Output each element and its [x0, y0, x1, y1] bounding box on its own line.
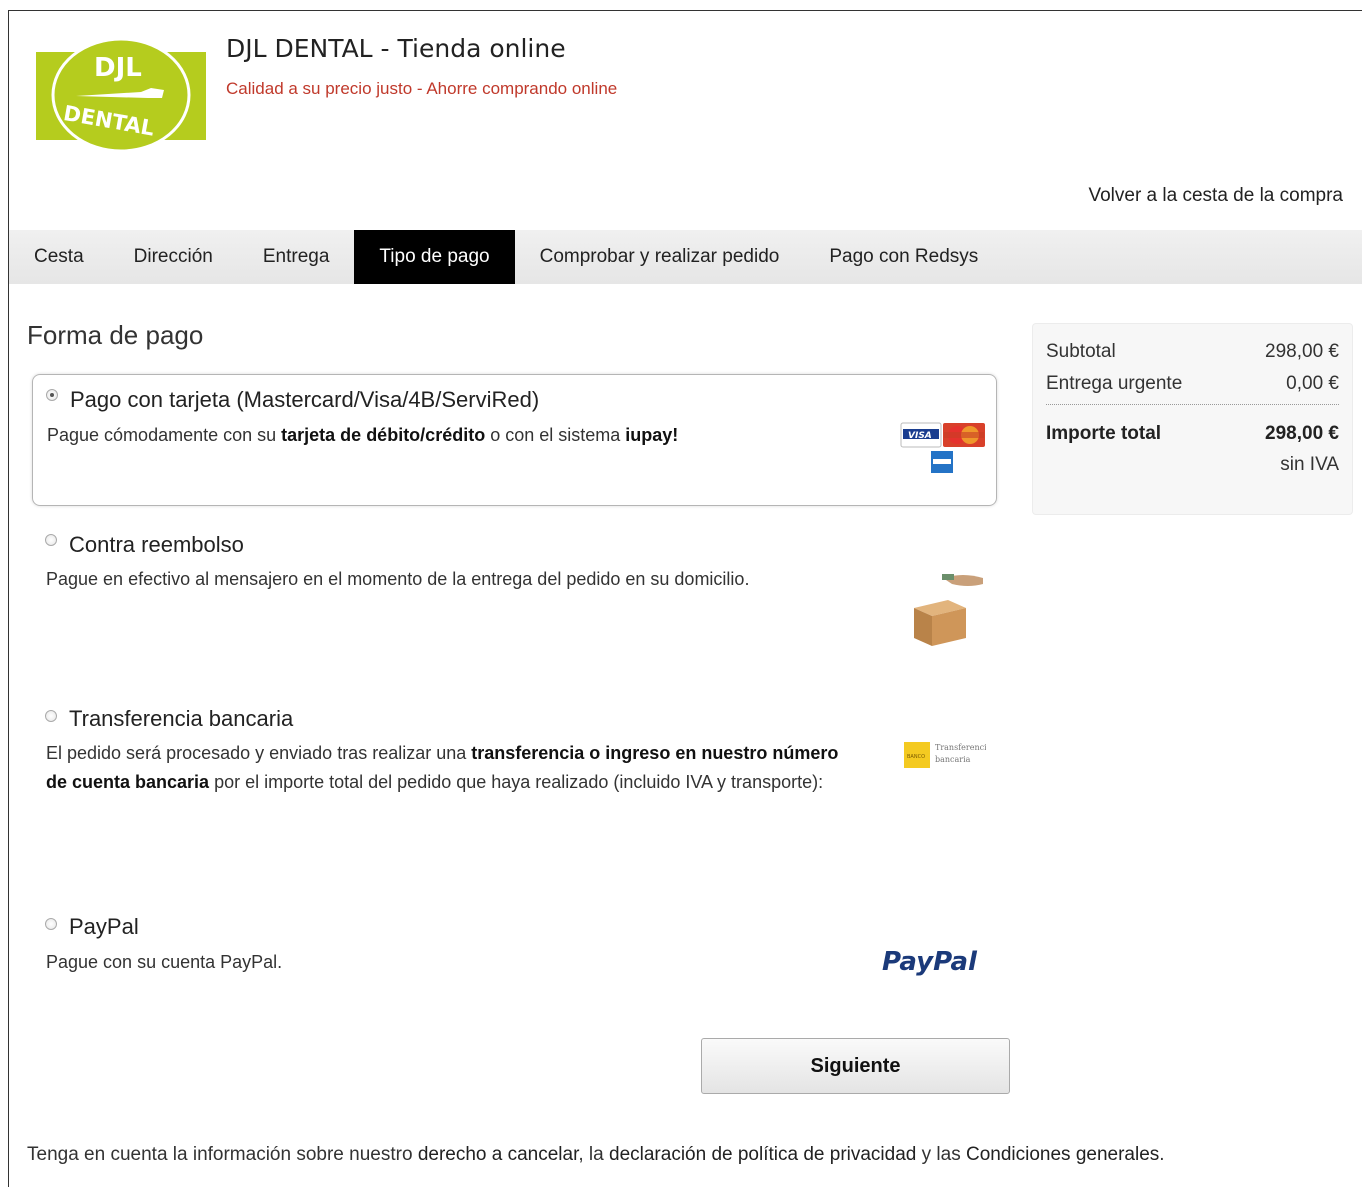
cod-description: Pague en efectivo al mensajero en el mom…: [46, 569, 750, 589]
terms-link[interactable]: Condiciones generales: [966, 1144, 1159, 1165]
bank-transfer-icon: BANCO Transferencia bancaria: [904, 742, 986, 768]
total-label: Importe total: [1046, 423, 1162, 444]
djl-dental-logo[interactable]: DJL DENTAL: [36, 38, 206, 152]
card-radio[interactable]: [46, 389, 58, 401]
step-cart[interactable]: Cesta: [9, 230, 109, 284]
svg-text:VISA: VISA: [908, 431, 932, 441]
shipping-value: 0,00 €: [1286, 373, 1339, 394]
shop-title: DJL DENTAL - Tienda online: [226, 34, 566, 63]
shipping-row: Entrega urgente 0,00 €: [1046, 373, 1339, 395]
step-redsys-payment[interactable]: Pago con Redsys: [804, 230, 1003, 284]
cancellation-right-link[interactable]: derecho a cancelar: [418, 1144, 579, 1165]
paypal-logo: PayPal: [882, 947, 978, 977]
subtotal-value: 298,00 €: [1265, 341, 1339, 362]
tax-note: sin IVA: [1280, 454, 1339, 475]
svg-text:bancaria: bancaria: [935, 755, 971, 764]
card-description: Pague cómodamente con su tarjeta de débi…: [47, 425, 679, 445]
credit-cards-icon: VISA: [900, 422, 985, 473]
privacy-policy-link[interactable]: declaración de política de privacidad: [609, 1144, 916, 1165]
checkout-steps-nav: Cesta Dirección Entrega Tipo de pago Com…: [9, 230, 1362, 284]
subtotal-row: Subtotal 298,00 €: [1046, 341, 1339, 363]
section-title: Forma de pago: [27, 320, 204, 350]
paypal-title: PayPal: [69, 914, 139, 939]
subtotal-label: Subtotal: [1046, 341, 1116, 362]
paypal-radio[interactable]: [45, 918, 57, 930]
step-payment-type[interactable]: Tipo de pago: [354, 230, 515, 284]
step-review-order[interactable]: Comprobar y realizar pedido: [515, 230, 805, 284]
cod-title: Contra reembolso: [69, 532, 244, 557]
total-row: Importe total 298,00 €: [1046, 423, 1339, 445]
legal-notice: Tenga en cuenta la información sobre nue…: [27, 1144, 1165, 1165]
bank-transfer-radio[interactable]: [45, 710, 57, 722]
card-title: Pago con tarjeta (Mastercard/Visa/4B/Ser…: [70, 387, 540, 412]
cod-radio[interactable]: [45, 534, 57, 546]
shipping-label: Entrega urgente: [1046, 373, 1183, 394]
summary-divider: [1046, 404, 1339, 405]
svg-text:BANCO: BANCO: [907, 754, 925, 760]
svg-text:Transferencia: Transferencia: [935, 743, 986, 752]
order-summary: Subtotal 298,00 € Entrega urgente 0,00 €…: [1032, 323, 1353, 515]
total-value: 298,00 €: [1265, 423, 1339, 444]
paypal-description: Pague con su cuenta PayPal.: [46, 952, 283, 972]
payment-method-bank-transfer[interactable]: Transferencia bancaria El pedido será pr…: [32, 696, 997, 866]
step-address[interactable]: Dirección: [109, 230, 238, 284]
bank-transfer-description: El pedido será procesado y enviado tras …: [46, 743, 839, 792]
svg-text:PayPal: PayPal: [882, 947, 978, 977]
logo-text-top: DJL: [94, 53, 142, 83]
payment-method-paypal[interactable]: PayPal Pague con su cuenta PayPal. PayPa…: [32, 906, 997, 996]
step-delivery[interactable]: Entrega: [238, 230, 355, 284]
back-to-cart-link[interactable]: Volver a la cesta de la compra: [1088, 185, 1343, 207]
payment-method-card[interactable]: Pago con tarjeta (Mastercard/Visa/4B/Ser…: [32, 374, 997, 506]
payment-method-cod[interactable]: Contra reembolso Pague en efectivo al me…: [32, 520, 997, 670]
next-button[interactable]: Siguiente: [701, 1038, 1010, 1094]
cash-on-delivery-icon: [914, 574, 983, 646]
shop-tagline: Calidad a su precio justo - Ahorre compr…: [226, 79, 618, 98]
bank-transfer-title: Transferencia bancaria: [69, 706, 294, 731]
